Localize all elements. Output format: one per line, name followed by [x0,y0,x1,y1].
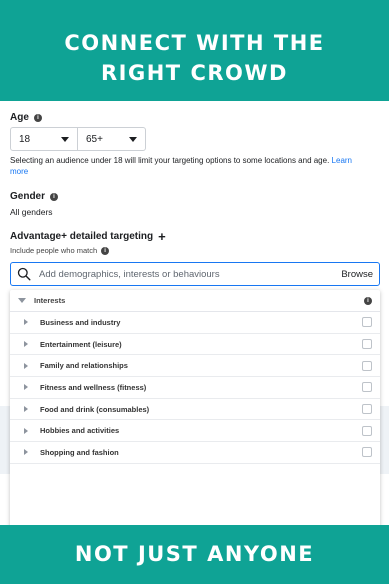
list-item[interactable]: Food and drink (consumables) [10,399,380,421]
expand-icon[interactable] [24,362,28,369]
gender-info-icon[interactable]: i [50,192,59,201]
age-note: Selecting an audience under 18 will limi… [10,155,370,177]
list-item-label: Fitness and wellness (fitness) [40,382,147,392]
checkbox[interactable] [362,425,372,436]
checkbox[interactable] [362,360,372,371]
age-note-text: Selecting an audience under 18 will limi… [10,156,330,165]
search-input[interactable] [39,268,342,280]
chevron-down-icon [61,136,69,142]
checkbox[interactable] [362,317,372,328]
interests-list: Business and industry Entertainment (leis… [10,312,380,464]
list-item-label: Shopping and fashion [40,447,119,457]
checkbox[interactable] [362,382,372,393]
age-label: Age [10,112,29,123]
gender-section-label: Gender i [10,191,59,202]
audience-panel: Age i 18 65+ Selecting an audience under… [0,101,389,525]
list-item-label: Business and industry [40,317,121,327]
right-edge-strip [380,406,389,474]
age-info-icon[interactable]: i [33,113,42,122]
list-item[interactable]: Entertainment (leisure) [10,334,380,356]
detailed-targeting-search[interactable]: Browse [10,262,380,286]
browse-button[interactable]: Browse [341,269,373,280]
age-min-value: 18 [19,133,31,145]
age-max-value: 65+ [86,133,103,145]
include-label-text: Include people who match [10,246,98,255]
checkbox[interactable] [362,404,372,415]
chevron-down-icon [129,136,137,142]
expand-icon[interactable] [24,406,28,413]
banner-title-line2: RIGHT CROWD [101,61,288,85]
targeting-section-label: Advantage+ detailed targeting + [10,228,166,244]
interests-header[interactable]: Interests i [10,290,380,312]
age-section-label: Age i [10,112,42,123]
list-item-label: Hobbies and activities [40,426,120,436]
interests-header-label: Interests [34,296,66,305]
list-item[interactable]: Business and industry [10,312,380,334]
bottom-banner-text: NOT JUST ANYONE [74,542,315,566]
age-max-select[interactable]: 65+ [78,127,146,151]
list-item[interactable]: Hobbies and activities [10,420,380,443]
search-icon [17,267,31,281]
collapse-icon [18,298,26,303]
checkbox[interactable] [362,447,372,458]
left-edge-strip [0,406,10,474]
age-min-select[interactable]: 18 [10,127,78,151]
gender-label: Gender [10,191,46,202]
expand-icon[interactable] [24,341,28,348]
bottom-banner: NOT JUST ANYONE [0,525,389,584]
expand-icon[interactable] [24,384,28,391]
interests-dropdown: Interests i Business and industry Enterta… [10,290,380,525]
targeting-label: Advantage+ detailed targeting [10,231,154,242]
checkbox[interactable] [362,339,372,350]
include-info-icon[interactable]: i [101,246,110,255]
list-item-label: Family and relationships [40,361,128,371]
age-range: 18 65+ [10,127,146,151]
list-item[interactable]: Shopping and fashion [10,442,380,464]
list-item[interactable]: Family and relationships [10,355,380,378]
expand-icon[interactable] [24,319,28,326]
sparkle-icon: + [158,228,166,244]
list-item-label: Entertainment (leisure) [40,339,122,349]
list-item-label: Food and drink (consumables) [40,404,150,414]
banner-title-line1: CONNECT WITH THE [64,31,325,55]
list-item[interactable]: Fitness and wellness (fitness) [10,377,380,399]
expand-icon[interactable] [24,449,28,456]
gender-value[interactable]: All genders [10,207,53,217]
include-label: Include people who match i [10,246,110,255]
interests-info-icon[interactable]: i [364,296,372,305]
expand-icon[interactable] [24,427,28,434]
top-banner: CONNECT WITH THE RIGHT CROWD [0,0,389,101]
